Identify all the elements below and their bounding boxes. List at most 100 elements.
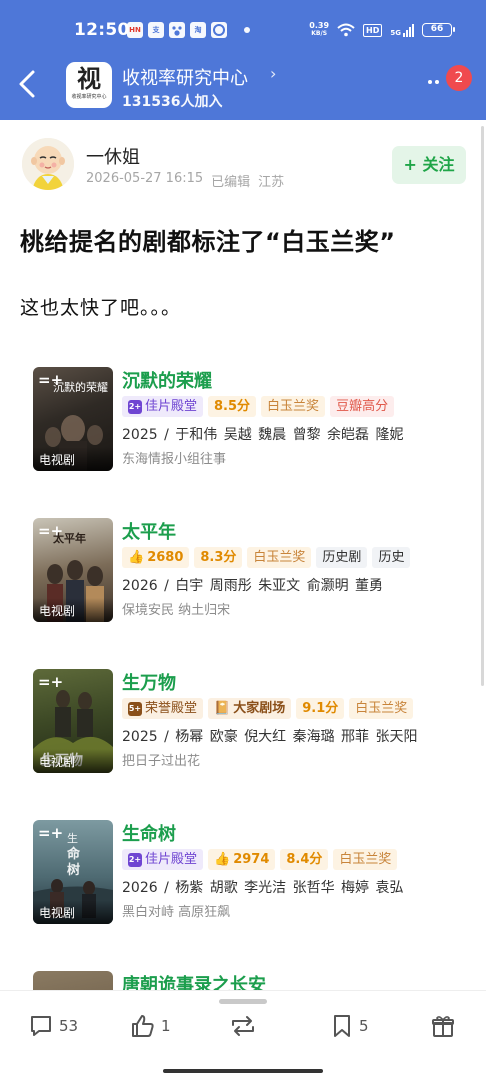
favorite-count: 5 bbox=[359, 1017, 369, 1035]
poster-title: 太平年 bbox=[53, 532, 86, 545]
thumbs-up-icon bbox=[132, 1015, 154, 1037]
hall-badge-label: 荣誉殿堂 bbox=[145, 701, 198, 716]
platform-chip: 📔 大家剧场 bbox=[208, 698, 292, 719]
drama-chips: 2+ 佳片殿堂 👍 2974 8.4分 白玉兰奖 bbox=[122, 849, 398, 870]
award-chip: 白玉兰奖 bbox=[333, 849, 398, 870]
follow-button[interactable]: + 关注 bbox=[392, 146, 466, 184]
drama-title[interactable]: 唐朝诡事录之长安 bbox=[122, 971, 266, 991]
more-dot-icon bbox=[428, 80, 432, 84]
drama-poster[interactable] bbox=[33, 971, 113, 991]
scrollbar[interactable] bbox=[481, 126, 484, 686]
network-speed-unit: KB/S bbox=[311, 30, 328, 37]
hall-badge: 5+ 荣誉殿堂 bbox=[122, 698, 204, 719]
comment-button[interactable]: 53 bbox=[28, 1011, 78, 1041]
drama-chips: 2+ 佳片殿堂 8.5分 白玉兰奖 豆瓣高分 bbox=[122, 396, 395, 417]
comment-count: 53 bbox=[59, 1017, 79, 1035]
svg-text:树: 树 bbox=[67, 862, 80, 878]
chevron-right-icon[interactable]: › bbox=[270, 64, 276, 83]
hd-icon: HD bbox=[363, 23, 383, 37]
notification-badge[interactable]: 2 bbox=[446, 65, 472, 91]
favorite-button[interactable]: 5 bbox=[330, 1011, 369, 1041]
heat-icon: 👍 bbox=[214, 852, 231, 867]
author-avatar[interactable] bbox=[22, 138, 74, 190]
gift-button[interactable] bbox=[430, 1011, 456, 1041]
drama-cast: 2026 / 白宇 周雨彤 朱亚文 俞灏明 董勇 bbox=[122, 578, 384, 594]
author-name[interactable]: 一休姐 bbox=[86, 143, 140, 169]
bookmark-icon bbox=[334, 1015, 350, 1037]
post-date: 2026-05-27 16:15 bbox=[86, 171, 204, 186]
group-avatar[interactable]: 视 收视率研究中心 bbox=[66, 62, 112, 108]
drama-card[interactable]: =+ 沉默的荣耀 电视剧 沉默的荣耀 2+ 佳片殿堂 8.5分 白玉兰奖 豆瓣高分… bbox=[20, 357, 466, 487]
hall-badge-icon: 2+ bbox=[128, 399, 142, 414]
status-time: 12:50 bbox=[74, 20, 130, 40]
back-arrow-icon bbox=[19, 70, 35, 98]
back-button[interactable] bbox=[14, 68, 42, 100]
repost-icon bbox=[232, 1016, 254, 1036]
genre-chip: 历史 bbox=[372, 547, 411, 568]
gift-icon bbox=[432, 1016, 454, 1037]
battery-icon: 66 bbox=[422, 23, 455, 37]
bottom-action-bar: 53 1 5 bbox=[0, 990, 486, 1080]
post-title: 桃给提名的剧都标注了“白玉兰奖” bbox=[20, 228, 396, 256]
signal-icon: 5G bbox=[390, 23, 414, 37]
browser-icon bbox=[211, 22, 227, 38]
repost-button[interactable] bbox=[228, 1011, 263, 1041]
alipay-icon: 支 bbox=[148, 22, 164, 38]
poster-title: 沉默的荣耀 bbox=[53, 381, 108, 394]
poster-type-tag: 电视剧 bbox=[33, 900, 113, 924]
drama-tagline: 把日子过出花 bbox=[122, 754, 201, 769]
taobao-icon: 淘 bbox=[190, 22, 206, 38]
award-chip: 白玉兰奖 bbox=[247, 547, 312, 568]
drama-cast: 2026 / 杨紫 胡歌 李光洁 张哲华 梅婷 袁弘 bbox=[122, 880, 404, 896]
poster-type-tag: 电视剧 bbox=[33, 749, 113, 773]
hall-badge-label: 佳片殿堂 bbox=[145, 399, 198, 414]
post-edited: 已编辑 bbox=[211, 175, 251, 190]
monk-avatar-icon bbox=[22, 138, 74, 190]
network-speed: 0.39 KB/S bbox=[309, 22, 329, 38]
tv-series-corner-icon: =+ bbox=[38, 673, 64, 691]
group-name[interactable]: 收视率研究中心 bbox=[122, 64, 248, 90]
drama-poster[interactable]: =+ 沉默的荣耀 电视剧 bbox=[33, 367, 113, 471]
group-header: 视 收视率研究中心 收视率研究中心 › 131536人加入 2 bbox=[0, 50, 486, 120]
score-chip: 8.5分 bbox=[208, 396, 257, 417]
post-body: 这也太快了吧。。。 bbox=[20, 297, 182, 319]
heat-icon: 👍 bbox=[128, 550, 145, 565]
status-indicators: 0.39 KB/S HD 5G 66 bbox=[309, 22, 455, 38]
drama-poster[interactable]: 生万物 =+ 电视剧 bbox=[33, 669, 113, 773]
drama-title[interactable]: 沉默的荣耀 bbox=[122, 367, 212, 393]
hall-badge-label: 佳片殿堂 bbox=[145, 852, 198, 867]
drama-title[interactable]: 生万物 bbox=[122, 669, 176, 695]
drama-cast: 2025 / 杨幂 欧豪 倪大红 秦海璐 邢菲 张天阳 bbox=[122, 729, 418, 745]
poster-type-tag: 电视剧 bbox=[33, 447, 113, 471]
douban-chip: 豆瓣高分 bbox=[330, 396, 395, 417]
drama-card[interactable]: 唐朝诡事录之长安 bbox=[20, 961, 466, 991]
drama-poster[interactable]: 命 树 生 =+ 电视剧 bbox=[33, 820, 113, 924]
drama-card[interactable]: 生万物 =+ 电视剧 生万物 5+荣誉殿堂 📔大家剧场 9.1分 白玉兰奖 20… bbox=[20, 659, 466, 789]
notification-dot-icon bbox=[244, 27, 250, 33]
drama-title[interactable]: 太平年 bbox=[122, 518, 176, 544]
home-indicator[interactable] bbox=[163, 1069, 323, 1073]
hall-badge: 2+ 佳片殿堂 bbox=[122, 396, 204, 417]
platform-label: 大家剧场 bbox=[233, 701, 286, 716]
signal-label: 5G bbox=[390, 28, 401, 37]
like-button[interactable]: 1 bbox=[130, 1011, 171, 1041]
drama-cast: 2025 / 于和伟 吴越 魏晨 曾黎 余皑磊 隆妮 bbox=[122, 427, 404, 443]
drama-tagline: 保境安民 纳土归宋 bbox=[122, 603, 231, 618]
member-count: 131536人加入 bbox=[122, 94, 223, 110]
drama-tagline: 黑白对峙 高原狂飙 bbox=[122, 905, 231, 920]
genre-chip: 历史剧 bbox=[316, 547, 368, 568]
drag-handle[interactable] bbox=[219, 999, 267, 1004]
heat-chip: 👍 2974 bbox=[208, 849, 276, 870]
drama-poster[interactable]: =+ 太平年 电视剧 bbox=[33, 518, 113, 622]
status-app-icons: HN 支 淘 bbox=[127, 22, 250, 38]
post-location: 江苏 bbox=[258, 175, 285, 190]
score-chip: 8.4分 bbox=[280, 849, 329, 870]
more-options-button[interactable] bbox=[428, 76, 448, 84]
drama-card[interactable]: =+ 太平年 电视剧 太平年 👍 2680 8.3分 白玉兰奖 历史剧 历史 20… bbox=[20, 508, 466, 638]
group-avatar-char: 视 bbox=[77, 64, 101, 93]
drama-card[interactable]: 命 树 生 =+ 电视剧 生命树 2+ 佳片殿堂 👍 2974 8.4分 白玉兰奖 … bbox=[20, 810, 466, 940]
drama-title[interactable]: 生命树 bbox=[122, 820, 176, 846]
hall-badge: 2+ 佳片殿堂 bbox=[122, 849, 204, 870]
drama-chips: 5+ 荣誉殿堂 📔 大家剧场 9.1分 白玉兰奖 bbox=[122, 698, 414, 719]
heat-chip: 👍 2680 bbox=[122, 547, 190, 568]
